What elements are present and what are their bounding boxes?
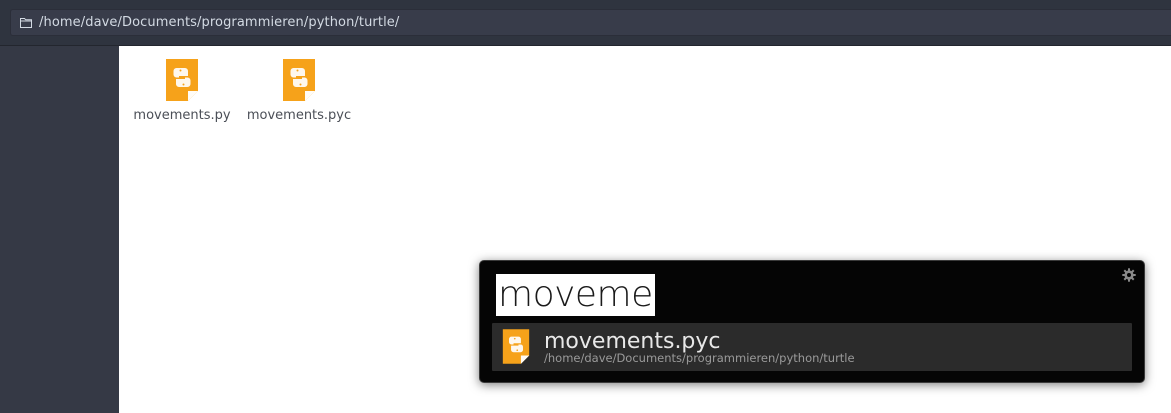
python-file-icon: [502, 329, 530, 364]
location-bar[interactable]: /home/dave/Documents/programmieren/pytho…: [10, 9, 1171, 36]
search-input[interactable]: moveme: [496, 274, 655, 316]
file-item-movements-py[interactable]: movements.py: [126, 58, 238, 123]
launcher-popup: moveme movements.pyc /home/dave/Document…: [479, 260, 1145, 383]
location-path: /home/dave/Documents/programmieren/pytho…: [39, 15, 400, 30]
search-result-item[interactable]: movements.pyc /home/dave/Documents/progr…: [492, 323, 1132, 371]
folder-icon: [20, 18, 32, 28]
file-item-movements-pyc[interactable]: movements.pyc: [243, 58, 355, 123]
sidebar: [0, 46, 119, 413]
result-path: /home/dave/Documents/programmieren/pytho…: [544, 351, 855, 365]
toolbar: /home/dave/Documents/programmieren/pytho…: [0, 0, 1171, 46]
file-name: movements.py: [133, 108, 231, 123]
file-manager-window: /home/dave/Documents/programmieren/pytho…: [0, 0, 1171, 413]
file-name: movements.pyc: [246, 108, 352, 123]
python-file-icon: [283, 59, 315, 101]
python-file-icon: [166, 59, 198, 101]
gear-icon[interactable]: [1122, 268, 1136, 282]
